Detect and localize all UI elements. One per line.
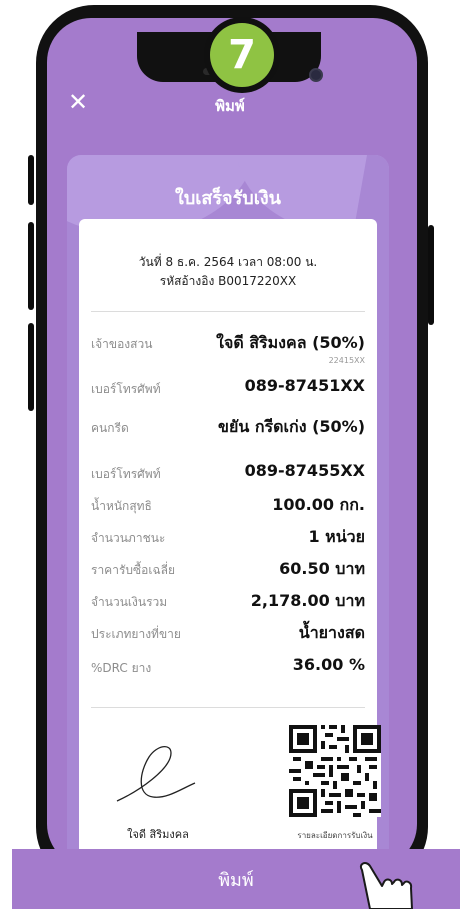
row-label: จำนวนภาชนะ — [91, 531, 166, 545]
step-badge: 7 — [204, 17, 280, 93]
row-value: 1 หน่วย — [308, 527, 365, 546]
receipt-row: คนกรีด ขยัน กรีดเก่ง (50%) — [91, 415, 365, 445]
receipt-card: ใบเสร็จรับเงิน วันที่ 8 ธ.ค. 2564 เวลา 0… — [67, 155, 389, 875]
row-value: น้ำยางสด — [298, 623, 365, 642]
receipt-reference: รหัสอ้างอิง B0017220XX — [159, 274, 297, 288]
row-label: เบอร์โทรศัพท์ — [91, 382, 161, 396]
row-value: 089-87451XX — [244, 376, 365, 395]
qr-code-icon — [289, 725, 381, 817]
close-icon[interactable]: ✕ — [68, 90, 88, 114]
row-value: 089-87455XX — [244, 461, 365, 480]
receipt-paper: วันที่ 8 ธ.ค. 2564 เวลา 08:00 น. รหัสอ้า… — [79, 219, 381, 875]
receipt-row: ประเภทยางที่ขาย น้ำยางสด — [91, 621, 365, 651]
row-value: 60.50 บาท — [279, 559, 365, 578]
page-title: พิมพ์ — [215, 97, 245, 115]
signature-image — [116, 746, 196, 802]
phone-volume-button — [28, 155, 34, 205]
row-label: เจ้าของสวน — [91, 337, 153, 351]
row-value: ใจดี สิริมงคล (50%) — [216, 333, 365, 352]
phone-volume-button — [28, 222, 34, 310]
receipt-row: จำนวนเงินรวม 2,178.00 บาท — [91, 589, 365, 619]
qr-caption: รายละเอียดการรับเงิน — [297, 831, 373, 840]
row-value: 100.00 กก. — [272, 495, 365, 514]
row-label: คนกรีด — [91, 421, 129, 435]
divider — [91, 707, 365, 708]
row-label: ประเภทยางที่ขาย — [91, 627, 181, 641]
receipt-row: น้ำหนักสุทธิ 100.00 กก. — [91, 493, 365, 523]
phone-volume-button — [28, 323, 34, 411]
receipt-row: ราคารับซื้อเฉลี่ย 60.50 บาท — [91, 557, 365, 587]
row-label: %DRC ยาง — [91, 661, 152, 675]
step-number: 7 — [210, 23, 274, 87]
receipt-row: %DRC ยาง 36.00 % — [91, 655, 365, 685]
row-value: 36.00 % — [292, 655, 365, 674]
print-button-label: พิมพ์ — [218, 869, 254, 891]
row-label: จำนวนเงินรวม — [91, 595, 168, 609]
row-label: เบอร์โทรศัพท์ — [91, 467, 161, 481]
receipt-row: เบอร์โทรศัพท์ 089-87455XX — [91, 461, 365, 491]
receipt-row: เบอร์โทรศัพท์ 089-87451XX — [91, 376, 365, 406]
pointer-hand-icon — [360, 862, 413, 909]
row-note: 22415XX — [328, 356, 365, 365]
signature-name: ใจดี สิริมงคล — [127, 828, 189, 841]
receipt-row: เจ้าของสวน ใจดี สิริมงคล (50%) 22415XX — [91, 331, 365, 365]
row-label: ราคารับซื้อเฉลี่ย — [91, 563, 176, 577]
receipt-row: จำนวนภาชนะ 1 หน่วย — [91, 525, 365, 555]
row-value: ขยัน กรีดเก่ง (50%) — [218, 417, 365, 436]
row-label: น้ำหนักสุทธิ — [91, 499, 152, 513]
phone-power-button — [428, 225, 434, 325]
camera-icon — [309, 68, 323, 82]
divider — [91, 311, 365, 312]
receipt-date: วันที่ 8 ธ.ค. 2564 เวลา 08:00 น. — [138, 255, 318, 269]
receipt-title: ใบเสร็จรับเงิน — [175, 188, 281, 209]
row-value: 2,178.00 บาท — [250, 591, 365, 610]
